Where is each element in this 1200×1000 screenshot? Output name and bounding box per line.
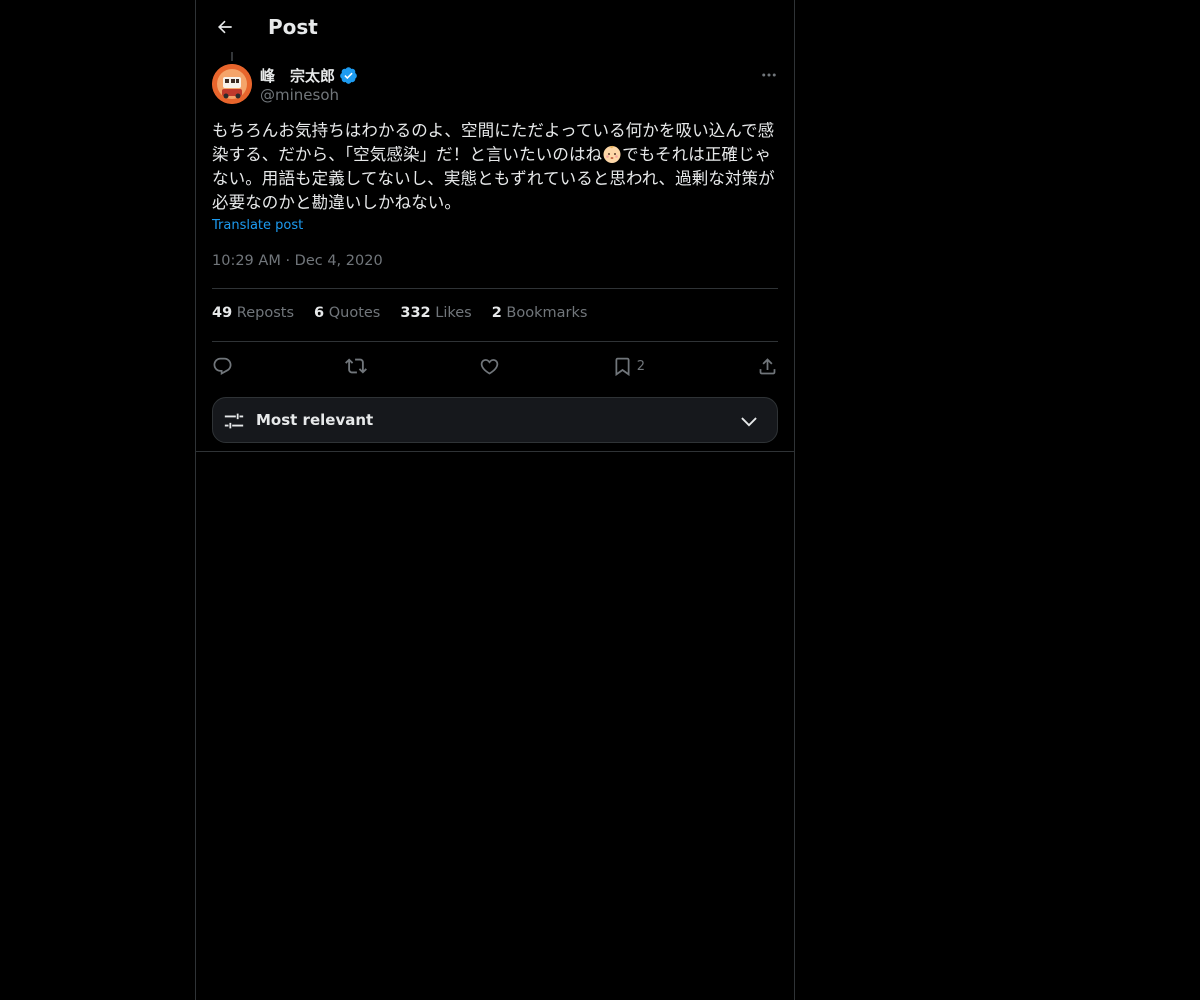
repost-icon (344, 358, 367, 374)
stat-reposts-label: Reposts (236, 305, 295, 321)
post-header: Post (196, 0, 794, 54)
stat-bookmarks-label: Bookmarks (506, 305, 588, 321)
reply-button[interactable] (212, 352, 233, 380)
avatar-image-icon (212, 64, 252, 104)
more-horizontal-icon (762, 73, 776, 77)
arrow-left-icon (218, 20, 232, 34)
reply-sort-dropdown[interactable]: Most relevant (212, 397, 778, 443)
translate-post-link[interactable]: Translate post (212, 218, 303, 233)
like-button[interactable] (479, 352, 500, 380)
bookmark-count: 2 (636, 358, 646, 374)
more-options-button[interactable] (758, 64, 780, 86)
chevron-down-icon (741, 417, 757, 427)
author-name-row[interactable]: 峰 宗太郎 (260, 64, 358, 86)
reply-icon (213, 357, 232, 375)
baby-face-emoji-icon (603, 145, 621, 163)
divider-top (212, 288, 778, 289)
post-actions: 2 (212, 352, 778, 380)
bookmark-button[interactable]: 2 (612, 352, 645, 380)
share-button[interactable] (757, 352, 778, 380)
heart-icon (480, 358, 499, 375)
post-date: Dec 4, 2020 (294, 253, 383, 269)
post-timestamp[interactable]: 10:29 AM · Dec 4, 2020 (212, 253, 383, 269)
bookmark-icon (615, 357, 630, 376)
share-icon (759, 357, 776, 374)
post-text: もちろんお気持ちはわかるのよ、空間にただよっている何かを吸い込んで感染する、だか… (212, 119, 778, 215)
sort-options-icon (224, 413, 244, 429)
stat-likes-label: Likes (435, 305, 472, 321)
page-title: Post (268, 15, 318, 39)
author-name: 峰 宗太郎 (260, 66, 336, 85)
author-handle[interactable]: @minesoh (260, 86, 339, 104)
stat-quotes[interactable]: 6 Quotes (314, 305, 380, 325)
post-stats: 49 Reposts 6 Quotes 332 Likes 2 Bookmark… (212, 305, 587, 325)
stat-reposts-count: 49 (212, 305, 233, 321)
stat-quotes-count: 6 (314, 305, 325, 321)
thread-connector-line (231, 52, 233, 61)
post-time: 10:29 AM (212, 253, 281, 269)
sort-label: Most relevant (256, 411, 374, 429)
stat-bookmarks-count: 2 (491, 305, 502, 321)
stat-bookmarks[interactable]: 2 Bookmarks (492, 305, 588, 325)
divider-bottom (212, 341, 778, 342)
verified-badge-icon (340, 66, 357, 84)
timestamp-separator: · (285, 253, 291, 269)
stat-quotes-label: Quotes (328, 305, 381, 321)
back-button[interactable] (208, 10, 242, 44)
section-divider (196, 451, 794, 452)
repost-button[interactable] (344, 352, 367, 380)
stat-reposts[interactable]: 49 Reposts (212, 305, 294, 325)
main-column: Post 峰 宗太郎 @minesoh もちろんお気持ちはわかるのよ、空間にただ… (195, 0, 795, 1000)
stat-likes[interactable]: 332 Likes (400, 305, 471, 325)
stat-likes-count: 332 (400, 305, 431, 321)
avatar[interactable] (212, 64, 252, 104)
